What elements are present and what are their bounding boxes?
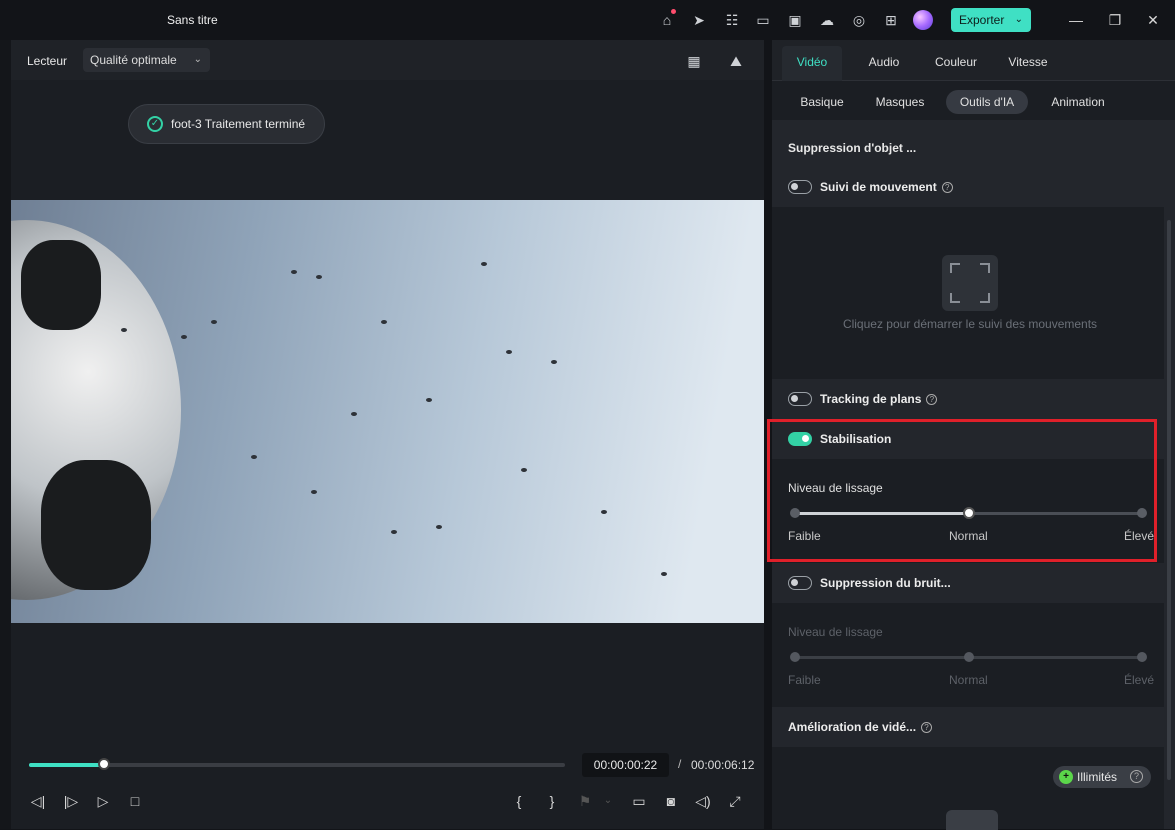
noise-removal-label: Suppression du bruit... — [820, 576, 951, 590]
chevron-down-icon: ⌄ — [193, 54, 202, 65]
unlimited-badge[interactable]: + Illimités ? — [1053, 766, 1151, 788]
time-separator: / — [678, 757, 682, 771]
close-icon[interactable]: ✕ — [1143, 11, 1163, 29]
plane-tracking-toggle[interactable] — [788, 392, 812, 406]
subtab-masques[interactable]: Masques — [868, 90, 932, 114]
timeline-progress — [29, 763, 105, 767]
object-removal-title[interactable]: Suppression d'objet ... — [788, 141, 916, 155]
mark-out-icon[interactable]: } — [543, 792, 561, 810]
help-icon[interactable]: ? — [941, 182, 953, 193]
tab-audio[interactable]: Audio — [854, 46, 914, 81]
window-title: Sans titre — [167, 13, 218, 27]
chevron-down-icon: ⌄ — [603, 795, 613, 806]
total-duration: 00:00:06:12 — [691, 758, 755, 772]
noise-removal-row: Suppression du bruit... — [772, 563, 1164, 603]
tab-couleur[interactable]: Couleur — [926, 46, 986, 81]
chevron-down-icon: ⌄ — [1014, 14, 1023, 25]
tab-vitesse[interactable]: Vitesse — [998, 46, 1058, 81]
plane-tracking-label: Tracking de plans? — [820, 392, 938, 406]
slider-stop-high — [1137, 652, 1147, 662]
gift-icon[interactable]: ⌂ — [658, 9, 676, 29]
tick-low: Faible — [788, 673, 821, 687]
previous-frame-icon[interactable]: ◁| — [29, 792, 47, 810]
save-icon[interactable]: ▣ — [786, 11, 804, 29]
help-icon[interactable]: ? — [926, 394, 938, 405]
send-icon[interactable]: ➤ — [690, 11, 708, 29]
avatar[interactable] — [913, 10, 933, 30]
marker-icon: ⚑ — [578, 793, 592, 809]
scrollbar[interactable] — [1167, 220, 1171, 780]
cloud-upload-icon[interactable]: ☁ — [818, 11, 836, 29]
soccer-ball-image — [11, 220, 181, 600]
slider-handle — [963, 652, 974, 662]
sub-tabs: Basique Masques Outils d'IA Animation — [772, 82, 1175, 120]
playback-timeline[interactable] — [29, 758, 565, 770]
highlight-box — [767, 419, 1157, 562]
check-circle-icon: ✓ — [147, 116, 163, 132]
quality-value: Qualité optimale — [90, 53, 177, 67]
headset-icon[interactable]: ◎ — [850, 11, 868, 29]
noise-removal-toggle[interactable] — [788, 576, 812, 590]
left-edge — [0, 40, 11, 829]
playhead-handle[interactable] — [98, 758, 111, 770]
play-icon[interactable]: ▷ — [94, 792, 112, 810]
layout-icon[interactable]: ▭ — [754, 11, 772, 29]
volume-icon[interactable]: ◁) — [694, 792, 712, 810]
quality-dropdown[interactable]: Qualité optimale ⌄ — [83, 48, 210, 72]
noise-smoothing-label: Niveau de lissage — [788, 625, 883, 639]
help-icon[interactable]: ? — [921, 722, 933, 733]
motion-tracking-hint: Cliquez pour démarrer le suivi des mouve… — [842, 317, 1098, 331]
minimize-icon[interactable]: — — [1066, 11, 1086, 29]
tab-video[interactable]: Vidéo — [782, 46, 842, 81]
processing-toast: ✓ foot-3 Traitement terminé — [128, 104, 325, 144]
motion-tracking-toggle[interactable] — [788, 180, 812, 194]
subtab-outils-ia[interactable]: Outils d'IA — [946, 90, 1028, 114]
preview-thumbnail[interactable] — [946, 810, 998, 830]
toast-text: foot-3 Traitement terminé — [171, 117, 306, 131]
export-button[interactable]: Exporter ⌄ — [951, 8, 1031, 32]
plane-tracking-row: Tracking de plans? — [772, 379, 1164, 419]
noise-slider — [790, 652, 1147, 662]
video-preview[interactable] — [11, 200, 764, 623]
snapshot-icon[interactable]: ◙ — [662, 792, 680, 810]
tick-normal: Normal — [949, 673, 988, 687]
export-label: Exporter — [959, 13, 1005, 27]
player-panel: Lecteur Qualité optimale ⌄ ▦ ⛰ ✓ foot-3 T… — [11, 40, 764, 829]
video-enhancement-row: Amélioration de vidé...? — [772, 707, 1164, 747]
motion-tracking-body[interactable]: Cliquez pour démarrer le suivi des mouve… — [772, 207, 1164, 379]
main-tabs: Vidéo Audio Couleur Vitesse — [772, 40, 1175, 81]
motion-tracking-label: Suivi de mouvement? — [820, 180, 953, 194]
display-icon[interactable]: ▭ — [630, 792, 648, 810]
grid-icon[interactable]: ⊞ — [882, 11, 900, 29]
player-toolbar: Lecteur Qualité optimale ⌄ ▦ ⛰ — [11, 40, 764, 80]
image-icon[interactable]: ⛰ — [727, 52, 745, 70]
plus-icon: + — [1059, 770, 1073, 784]
title-bar: Sans titre ⌂ ➤ ☷ ▭ ▣ ☁ ◎ ⊞ Exporter ⌄ — ❐… — [0, 0, 1175, 40]
focus-frame-icon[interactable] — [942, 255, 998, 311]
player-label: Lecteur — [27, 54, 68, 68]
slider-stop-low — [790, 652, 800, 662]
stop-icon[interactable]: □ — [126, 792, 144, 810]
restore-icon[interactable]: ❐ — [1105, 11, 1125, 29]
motion-tracking-row: Suivi de mouvement? — [772, 167, 1164, 207]
video-enhancement-label: Amélioration de vidé...? — [788, 720, 933, 734]
fullscreen-icon[interactable]: ⤢ — [726, 792, 744, 810]
next-frame-icon[interactable]: |▷ — [62, 792, 80, 810]
grid-view-icon[interactable]: ▦ — [685, 52, 703, 70]
checklist-icon[interactable]: ☷ — [723, 11, 741, 29]
subtab-animation[interactable]: Animation — [1040, 90, 1116, 114]
help-icon[interactable]: ? — [1130, 770, 1143, 783]
noise-removal-body: Niveau de lissage Faible Normal Élevé — [772, 603, 1164, 707]
mark-in-icon[interactable]: { — [510, 792, 528, 810]
subtab-basique[interactable]: Basique — [791, 90, 853, 114]
unlimited-label: Illimités — [1077, 770, 1118, 784]
current-time[interactable]: 00:00:00:22 — [582, 753, 669, 777]
tick-high: Élevé — [1124, 673, 1155, 687]
